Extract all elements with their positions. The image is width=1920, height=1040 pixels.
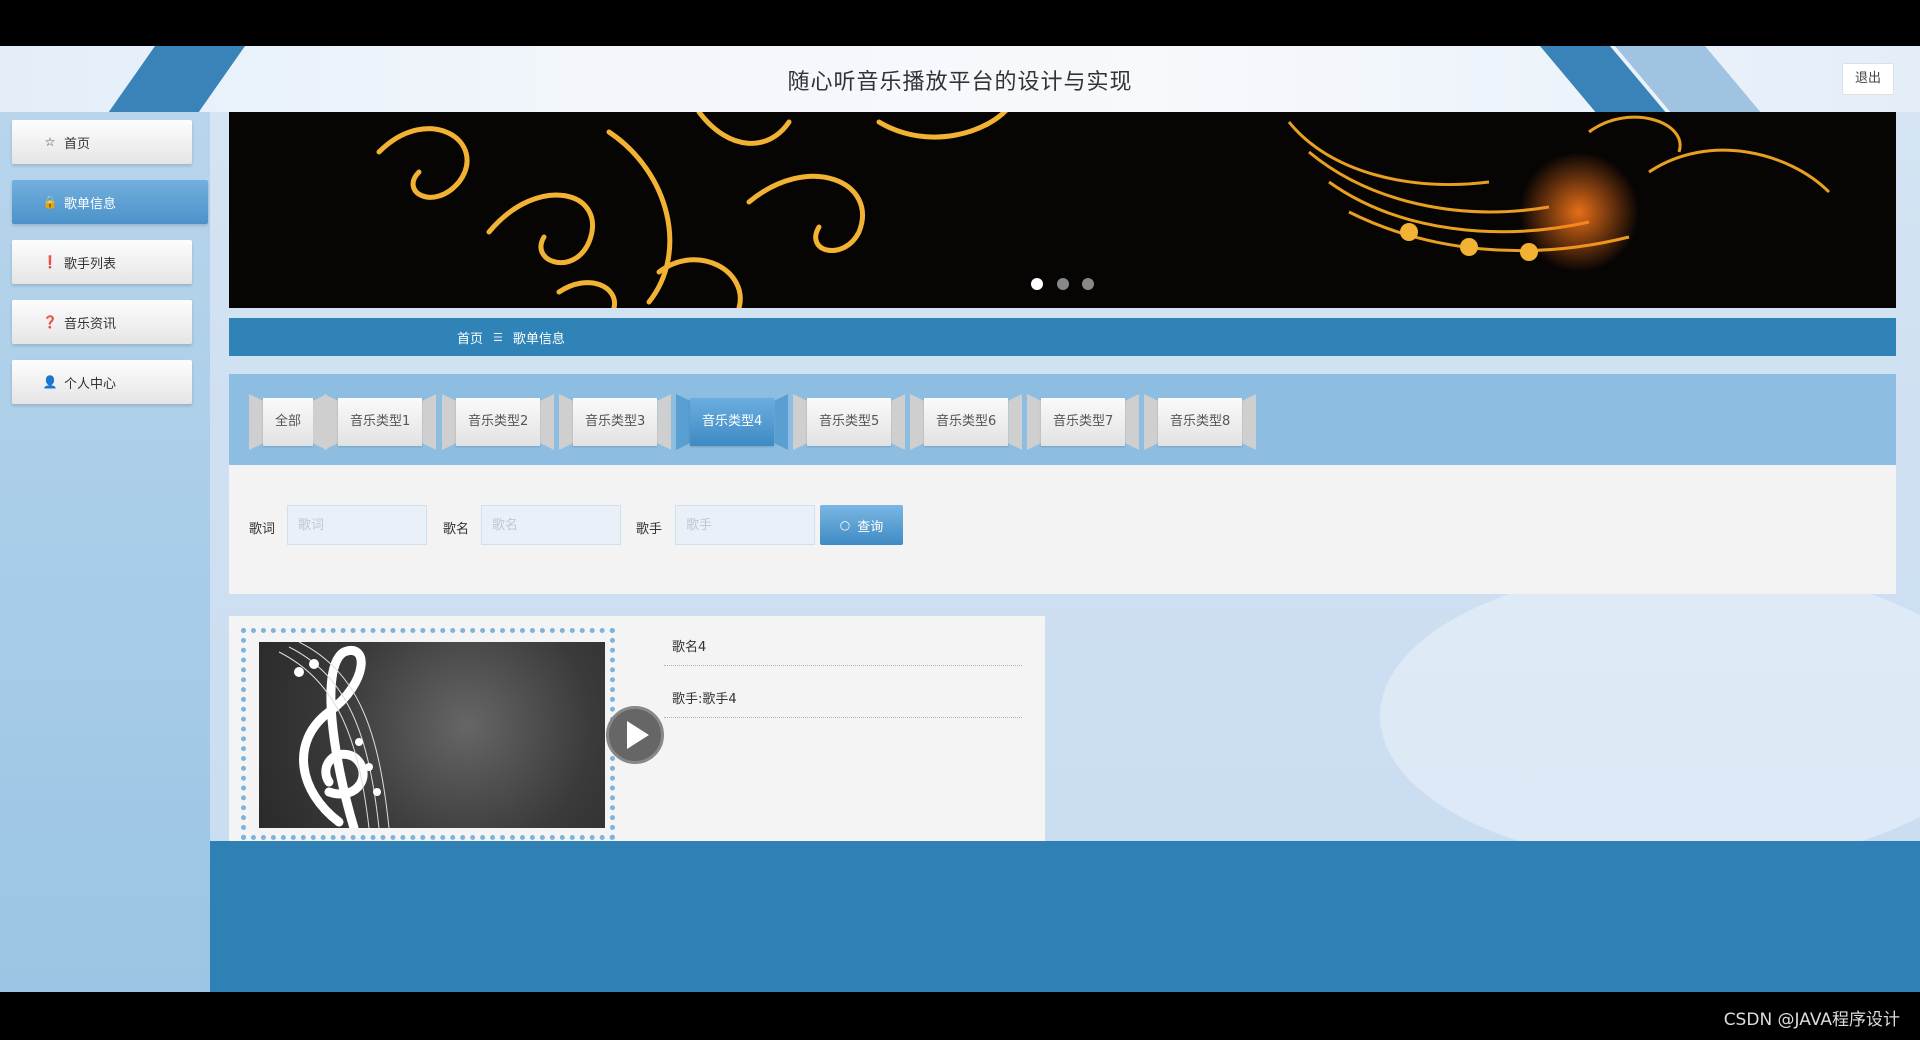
app-window: 随心听音乐播放平台的设计与实现 退出 ☆ 首页 🔒 歌单信息 ❗ 歌手列表 ❓ …	[0, 46, 1920, 992]
category-tab-7[interactable]: 音乐类型7	[1027, 394, 1140, 450]
tab-edge	[793, 394, 807, 450]
tab-edge	[324, 394, 338, 450]
sidebar-item-label: 个人中心	[64, 376, 117, 392]
song-name-input[interactable]	[481, 505, 621, 545]
lyrics-input[interactable]	[287, 505, 427, 545]
play-icon	[627, 721, 649, 749]
tab-edge	[1125, 394, 1140, 450]
sidebar-item-personal-center[interactable]: 👤 个人中心	[12, 360, 192, 404]
tab-edge	[540, 394, 555, 450]
header: 随心听音乐播放平台的设计与实现 退出	[0, 46, 1920, 112]
category-tab-3[interactable]: 音乐类型3	[559, 394, 672, 450]
star-icon: ☆	[44, 135, 56, 149]
tab-edge	[559, 394, 573, 450]
singer-input[interactable]	[675, 505, 815, 545]
carousel-dot[interactable]	[1031, 278, 1044, 290]
query-button-label: 查询	[857, 519, 884, 535]
treble-clef-image	[278, 642, 390, 828]
breadcrumb-home[interactable]: 首页	[457, 328, 483, 347]
category-tab-label: 音乐类型2	[456, 398, 541, 446]
category-tab-1[interactable]: 音乐类型1	[324, 394, 437, 450]
breadcrumb: 首页 ☰ 歌单信息	[229, 318, 1896, 356]
tab-edge	[249, 394, 263, 450]
category-tab-2[interactable]: 音乐类型2	[442, 394, 555, 450]
song-card[interactable]: 歌名4 歌手:歌手4	[229, 616, 1045, 856]
category-tab-label: 音乐类型4	[690, 398, 775, 446]
search-bar: 歌词 歌名 歌手 ○ 查询	[229, 465, 1896, 594]
alert-icon: ❗	[42, 255, 58, 269]
tab-edge	[657, 394, 672, 450]
search-icon: ○	[839, 518, 851, 532]
page-title: 随心听音乐播放平台的设计与实现	[787, 70, 1133, 95]
watermark: CSDN @JAVA程序设计	[1723, 1010, 1900, 1030]
sidebar-item-label: 歌手列表	[64, 256, 117, 272]
tab-edge	[774, 394, 789, 450]
tab-edge	[1027, 394, 1041, 450]
song-thumbnail[interactable]	[259, 642, 605, 828]
tab-edge	[1144, 394, 1158, 450]
category-tab-label: 音乐类型6	[924, 398, 1009, 446]
category-tab-4[interactable]: 音乐类型4	[676, 394, 789, 450]
lyrics-label: 歌词	[249, 522, 276, 537]
user-icon: 👤	[42, 375, 58, 389]
category-tab-label: 音乐类型1	[338, 398, 423, 446]
query-button[interactable]: ○ 查询	[820, 505, 903, 545]
sidebar-item-label: 首页	[64, 136, 91, 152]
category-tab-label: 音乐类型8	[1158, 398, 1243, 446]
carousel-dot[interactable]	[1081, 278, 1094, 290]
play-button[interactable]	[606, 706, 664, 764]
tab-edge	[891, 394, 906, 450]
category-tab-6[interactable]: 音乐类型6	[910, 394, 1023, 450]
category-tab-5[interactable]: 音乐类型5	[793, 394, 906, 450]
category-tab-8[interactable]: 音乐类型8	[1144, 394, 1257, 450]
footer-band	[210, 841, 1920, 992]
category-tab-label: 音乐类型3	[573, 398, 658, 446]
singer-label: 歌手	[636, 522, 663, 537]
breadcrumb-separator-icon: ☰	[493, 330, 503, 344]
sidebar-item-label: 音乐资讯	[64, 316, 117, 332]
carousel-dot[interactable]	[1056, 278, 1069, 290]
category-tab-label: 全部	[263, 398, 314, 446]
sidebar-item-playlist-info[interactable]: 🔒 歌单信息	[12, 180, 208, 224]
sidebar: ☆ 首页 🔒 歌单信息 ❗ 歌手列表 ❓ 音乐资讯 👤 个人中心	[0, 112, 210, 992]
song-name-label: 歌名	[443, 522, 470, 537]
sidebar-item-music-news[interactable]: ❓ 音乐资讯	[12, 300, 192, 344]
category-tab-label: 音乐类型5	[807, 398, 892, 446]
tab-edge	[442, 394, 456, 450]
tab-edge	[1242, 394, 1257, 450]
song-singer: 歌手:歌手4	[664, 688, 1022, 718]
tab-edge	[1008, 394, 1023, 450]
lock-icon: 🔒	[42, 195, 58, 209]
breadcrumb-current: 歌单信息	[512, 331, 565, 347]
carousel-indicators	[229, 275, 1896, 294]
banner-carousel[interactable]	[229, 112, 1896, 308]
sidebar-item-singer-list[interactable]: ❗ 歌手列表	[12, 240, 192, 284]
sidebar-item-home[interactable]: ☆ 首页	[12, 120, 192, 164]
category-tabs: 全部 音乐类型1 音乐类型2 音乐类型3 音乐类型4 音乐类型5 音乐类型6 音乐类型7 音乐类…	[229, 374, 1896, 465]
tab-edge	[910, 394, 924, 450]
category-tab-label: 音乐类型7	[1041, 398, 1126, 446]
category-tab-0[interactable]: 全部	[249, 394, 328, 450]
tab-edge	[422, 394, 437, 450]
sidebar-item-label: 歌单信息	[64, 196, 117, 212]
logout-button[interactable]: 退出	[1842, 63, 1894, 95]
background-shape	[1380, 566, 1920, 866]
help-icon: ❓	[42, 315, 58, 329]
tab-edge	[676, 394, 690, 450]
song-name[interactable]: 歌名4	[664, 636, 1022, 666]
